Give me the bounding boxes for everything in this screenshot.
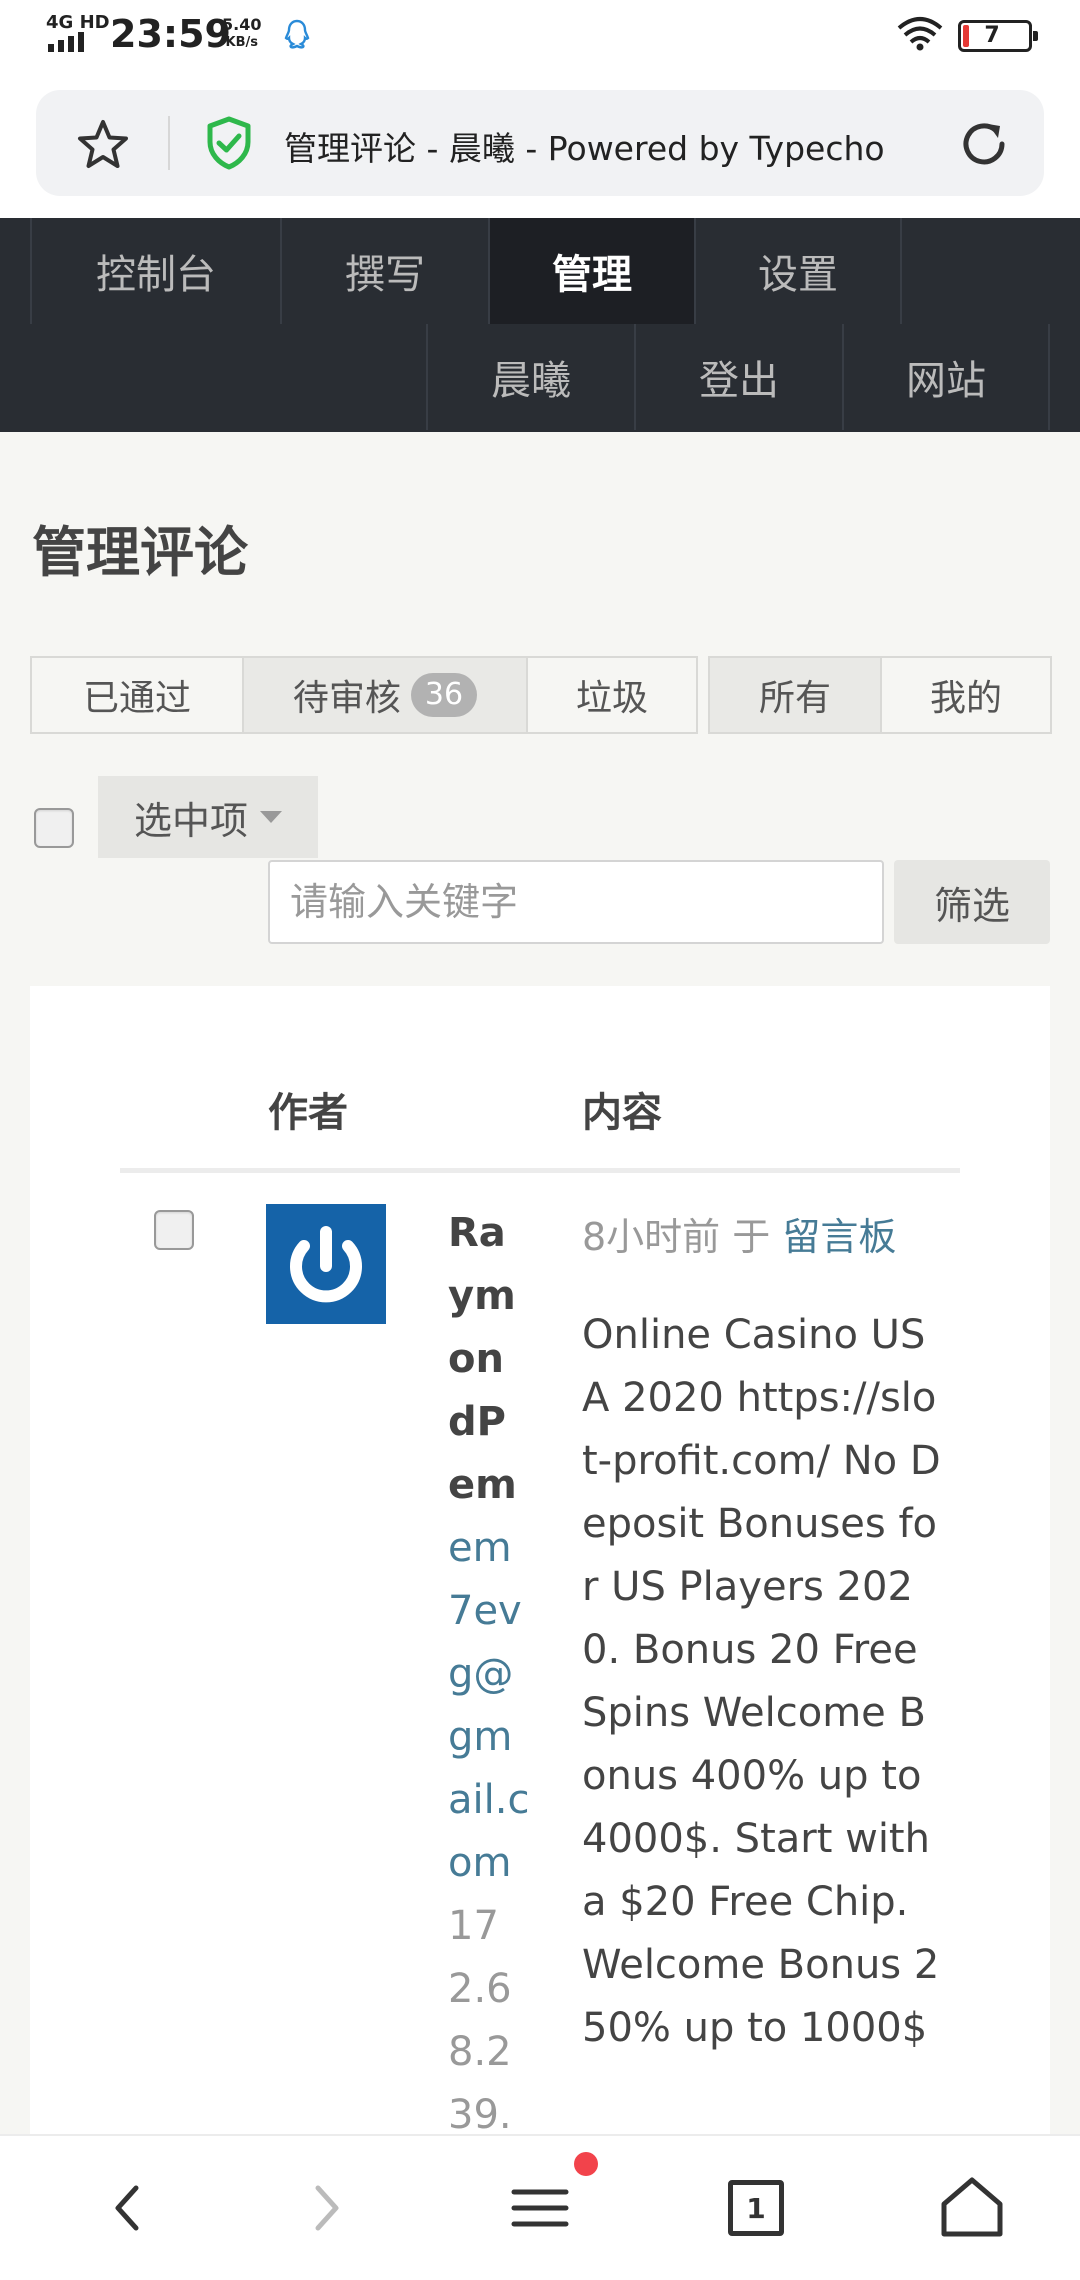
author-info: RaymondPem em7evg@gmail.com 172.68.239.4… [448, 1202, 530, 2210]
tab-count: 1 [728, 2180, 784, 2236]
caret-down-icon [260, 811, 283, 823]
pending-count-badge: 36 [410, 673, 478, 717]
admin-nav: 控制台 撰写 管理 设置 晨曦 登出 网站 [0, 218, 1080, 432]
comment-content: Online Casino USA 2020 https://slot-prof… [582, 1312, 941, 2051]
nav-tab-manage[interactable]: 管理 [488, 218, 694, 324]
filter-spam[interactable]: 垃圾 [528, 658, 696, 732]
table-header-divider [120, 1168, 960, 1173]
nav-tab-write[interactable]: 撰写 [280, 218, 488, 324]
author-email-link[interactable]: em7evg@gmail.com [448, 1517, 530, 1895]
battery-icon: 7 [958, 20, 1038, 52]
nav-tab-settings[interactable]: 设置 [694, 218, 902, 324]
back-icon[interactable] [84, 2164, 172, 2252]
column-header-author: 作者 [268, 1090, 348, 1136]
reload-icon[interactable] [958, 118, 1010, 170]
tabs-button[interactable]: 1 [712, 2164, 800, 2252]
keyword-search-input[interactable]: 请输入关键字 [268, 860, 884, 944]
qq-icon [284, 19, 310, 49]
comment-at: 于 [732, 1215, 771, 1259]
browser-bottom-bar: 1 [0, 2134, 1080, 2280]
select-all-checkbox[interactable] [34, 808, 74, 848]
browser-toolbar: 管理评论 - 晨曦 - Powered by Typecho [0, 70, 1080, 218]
nav-tab-dashboard[interactable]: 控制台 [30, 218, 280, 324]
comment-time: 8小时前 [582, 1215, 721, 1259]
filter-pending-label: 待审核 [292, 678, 401, 719]
bookmark-star-icon[interactable] [76, 118, 130, 172]
filter-approved[interactable]: 已通过 [32, 658, 244, 732]
secure-shield-icon[interactable] [206, 116, 252, 170]
network-type: 4G HD [46, 12, 110, 33]
menu-icon[interactable] [496, 2164, 584, 2252]
avatar [266, 1204, 386, 1324]
home-icon[interactable] [928, 2164, 1016, 2252]
page-title: 管理评论 [32, 521, 248, 584]
forward-icon[interactable] [282, 2164, 370, 2252]
column-header-content: 内容 [582, 1090, 662, 1136]
row-checkbox[interactable] [154, 1210, 194, 1250]
address-bar[interactable]: 管理评论 - 晨曦 - Powered by Typecho [36, 90, 1044, 196]
wifi-icon [897, 17, 943, 51]
comment-page-link[interactable]: 留言板 [782, 1215, 896, 1259]
speed-unit: KB/s [225, 35, 258, 50]
notification-dot [574, 2152, 598, 2176]
nav-user-chenxi[interactable]: 晨曦 [426, 324, 634, 430]
nav-logout[interactable]: 登出 [634, 324, 842, 430]
nav-website[interactable]: 网站 [842, 324, 1050, 430]
bulk-action-dropdown[interactable]: 选中项 [98, 776, 318, 858]
comment-meta: 8小时前 于 留言板 [582, 1206, 896, 1261]
signal-icon [48, 32, 84, 52]
page-title-in-address-bar[interactable]: 管理评论 - 晨曦 - Powered by Typecho [284, 122, 885, 170]
battery-percent: 7 [984, 23, 1000, 48]
network-speed: 5.40 KB/s [222, 16, 261, 52]
filter-pending[interactable]: 待审核 36 [244, 658, 528, 732]
status-filter-group: 已通过 待审核 36 垃圾 [30, 656, 698, 734]
filter-mine[interactable]: 我的 [882, 658, 1050, 732]
address-divider [168, 116, 170, 170]
owner-filter-group: 所有 我的 [708, 656, 1052, 734]
filter-all[interactable]: 所有 [710, 658, 882, 732]
author-name: RaymondPem [448, 1210, 517, 1508]
filter-button[interactable]: 筛选 [894, 860, 1050, 944]
status-bar: 4G HD 23:59 5.40 KB/s 7 [0, 0, 1080, 70]
clock: 23:59 [110, 12, 231, 56]
speed-value: 5.40 [222, 15, 262, 34]
bulk-action-label: 选中项 [134, 798, 249, 843]
